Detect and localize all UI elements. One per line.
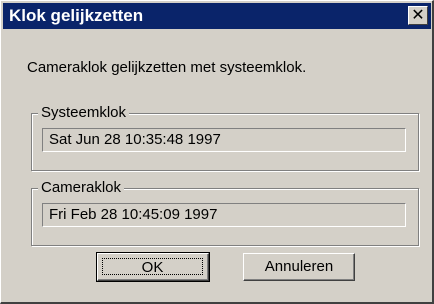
system-clock-label: Systeemklok (38, 104, 130, 121)
dialog-message: Cameraklok gelijkzetten met systeemklok. (27, 59, 307, 76)
cancel-button[interactable]: Annuleren (243, 253, 355, 281)
ok-button[interactable]: OK (96, 252, 210, 282)
camera-clock-group: Cameraklok Fri Feb 28 10:45:09 1997 (31, 179, 419, 246)
dialog-window: Klok gelijkzetten ✕ Cameraklok gelijkzet… (0, 0, 434, 304)
ok-button-label: OK (102, 258, 203, 276)
camera-clock-field: Fri Feb 28 10:45:09 1997 (42, 203, 406, 227)
camera-clock-label: Cameraklok (38, 179, 125, 196)
title-bar[interactable]: Klok gelijkzetten ✕ (3, 3, 431, 29)
system-clock-group: Systeemklok Sat Jun 28 10:35:48 1997 (31, 104, 419, 171)
close-icon: ✕ (411, 7, 425, 24)
close-button[interactable]: ✕ (408, 6, 428, 25)
window-title: Klok gelijkzetten (9, 6, 144, 25)
system-clock-field: Sat Jun 28 10:35:48 1997 (42, 128, 406, 152)
